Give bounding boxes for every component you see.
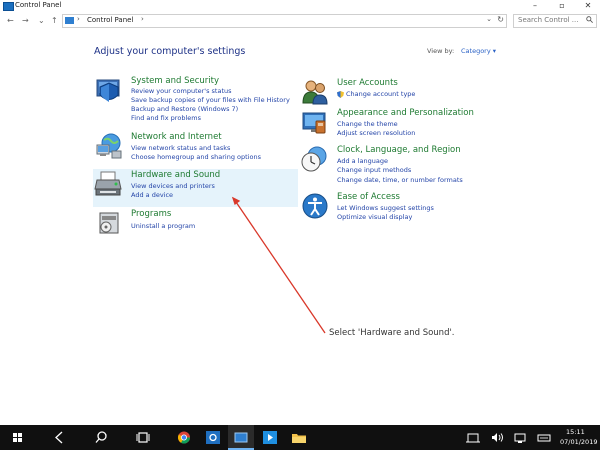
settings-gear-icon[interactable] xyxy=(200,425,226,450)
back-arrow-icon[interactable] xyxy=(46,425,72,450)
control-panel-taskbar-icon[interactable] xyxy=(228,425,254,450)
clock-time[interactable]: 15:11 xyxy=(566,428,585,436)
tablet-mode-icon[interactable] xyxy=(460,425,486,450)
keyboard-icon[interactable] xyxy=(531,425,557,450)
annotation-arrow xyxy=(231,196,326,334)
media-player-icon[interactable] xyxy=(257,425,283,450)
annotation-text: Select 'Hardware and Sound'. xyxy=(329,328,455,338)
taskbar xyxy=(0,425,600,450)
network-tray-icon[interactable] xyxy=(507,425,533,450)
windows-start-icon[interactable] xyxy=(5,425,31,450)
file-explorer-icon[interactable] xyxy=(286,425,312,450)
task-view-icon[interactable] xyxy=(130,425,156,450)
clock-date[interactable]: 07/01/2019 xyxy=(560,438,597,446)
chrome-icon[interactable] xyxy=(171,425,197,450)
search-icon[interactable] xyxy=(88,425,114,450)
